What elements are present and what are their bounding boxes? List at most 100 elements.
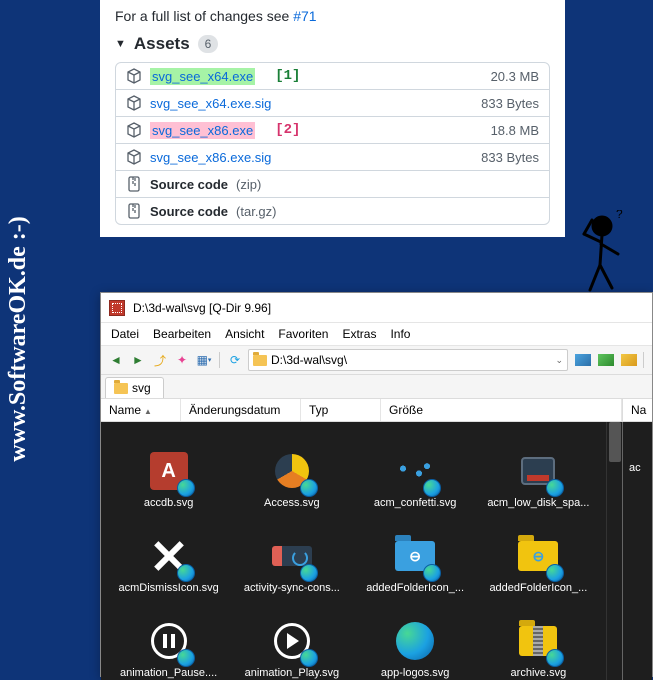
color-swatch-yellow[interactable] [621,354,637,366]
github-assets-panel: For a full list of changes see #71 ▼ Ass… [100,0,565,237]
file-thumbnail-icon [391,617,439,665]
file-item[interactable]: app-logos.svg [354,598,477,680]
file-label: accdb.svg [144,497,194,509]
file-item[interactable]: archive.svg [477,598,600,680]
view-mode-icon[interactable]: ▦▾ [195,351,213,369]
menu-ansicht[interactable]: Ansicht [225,327,264,341]
tab-bar: svg [101,375,652,399]
file-label: addedFolderIcon_... [489,582,587,594]
asset-size: 18.8 MB [491,123,539,138]
asset-size: 20.3 MB [491,69,539,84]
asset-row: svg_see_x64.exe [1] 20.3 MB [116,63,549,90]
col-size[interactable]: Größe [381,399,622,421]
file-item[interactable]: addedFolderIcon_... [477,513,600,598]
file-item[interactable]: animation_Pause.... [107,598,230,680]
window-title: D:\3d-wal\svg [Q-Dir 9.96] [133,301,271,315]
path-input[interactable] [271,353,551,367]
file-thumbnail-icon [391,447,439,495]
release-note: For a full list of changes see #71 [115,8,550,24]
asset-size: 833 Bytes [481,150,539,165]
asset-row: svg_see_x86.exe [2] 18.8 MB [116,117,549,144]
asset-link[interactable]: Source code [150,177,228,192]
asset-link[interactable]: Source code [150,204,228,219]
col-name-right[interactable]: Na [623,399,653,421]
issue-link[interactable]: #71 [293,8,316,24]
edge-overlay-icon [300,649,318,667]
asset-size: 833 Bytes [481,96,539,111]
file-label: acm_confetti.svg [374,497,457,509]
menu-bar: Datei Bearbeiten Ansicht Favoriten Extras Inf… [101,323,652,346]
asset-link[interactable]: svg_see_x64.exe [150,69,255,84]
menu-favoriten[interactable]: Favoriten [278,327,328,341]
favorites-icon[interactable]: ✦ [173,351,191,369]
file-label: addedFolderIcon_... [366,582,464,594]
address-bar[interactable]: ⌄ [248,349,568,371]
svg-text:?: ? [616,210,623,221]
separator [643,352,644,368]
assets-header[interactable]: ▼ Assets 6 [115,34,550,54]
refresh-icon[interactable]: ⟳ [226,351,244,369]
edge-overlay-icon [546,564,564,582]
file-item[interactable]: addedFolderIcon_... [354,513,477,598]
edge-overlay-icon [423,564,441,582]
app-icon [109,300,125,316]
edge-overlay-icon [546,479,564,497]
tab-svg[interactable]: svg [105,377,164,398]
file-thumbnail-icon [514,532,562,580]
file-label: animation_Pause.... [120,667,217,679]
col-name[interactable]: Name▲ [101,399,181,421]
annotation: [1] [275,68,300,84]
file-thumbnail-icon [145,617,193,665]
menu-bearbeiten[interactable]: Bearbeiten [153,327,211,341]
nav-up-icon[interactable]: ⤴ [151,351,169,369]
folder-icon [114,383,128,394]
note-prefix: For a full list of changes see [115,8,293,24]
edge-overlay-icon [300,564,318,582]
asset-row: Source code (zip) [116,171,549,198]
file-thumbnail-icon [145,532,193,580]
col-type[interactable]: Typ [301,399,381,421]
edge-overlay-icon [300,479,318,497]
asset-link[interactable]: svg_see_x86.exe.sig [150,150,271,165]
menu-datei[interactable]: Datei [111,327,139,341]
edge-overlay-icon [177,649,195,667]
asset-link[interactable]: svg_see_x86.exe [150,123,255,138]
asset-link[interactable]: svg_see_x64.exe.sig [150,96,271,111]
thinking-figure-icon: ? [570,210,630,300]
file-label: Access.svg [264,497,320,509]
edge-overlay-icon [177,564,195,582]
asset-row: svg_see_x64.exe.sig 833 Bytes [116,90,549,117]
file-item[interactable]: acmDismissIcon.svg [107,513,230,598]
file-item[interactable]: acm_confetti.svg [354,428,477,513]
file-grid[interactable]: accdb.svg Access.svg acm_confetti.svg acm_l… [101,422,606,680]
file-item[interactable]: accdb.svg [107,428,230,513]
annotation: [2] [275,122,300,138]
nav-back-icon[interactable]: ◄ [107,351,125,369]
col-date[interactable]: Änderungsdatum [181,399,301,421]
asset-row: Source code (tar.gz) [116,198,549,224]
color-swatch-green[interactable] [598,354,614,366]
file-thumbnail-icon [268,532,316,580]
watermark-text: www.SoftwareOK.de :-) [5,216,32,462]
file-item[interactable]: animation_Play.svg [230,598,353,680]
assets-count-badge: 6 [198,35,219,53]
scroll-thumb[interactable] [609,422,621,462]
file-item[interactable]: activity-sync-cons... [230,513,353,598]
file-thumbnail-icon [391,532,439,580]
file-thumbnail-icon [145,447,193,495]
file-item[interactable]: acm_low_disk_spa... [477,428,600,513]
dropdown-icon[interactable]: ⌄ [555,355,563,366]
scrollbar[interactable] [606,422,622,680]
menu-extras[interactable]: Extras [342,327,376,341]
color-swatch-blue[interactable] [575,354,591,366]
nav-forward-icon[interactable]: ► [129,351,147,369]
file-label: acm_low_disk_spa... [487,497,589,509]
file-manager-window: D:\3d-wal\svg [Q-Dir 9.96] Datei Bearbeit… [100,292,653,677]
titlebar[interactable]: D:\3d-wal\svg [Q-Dir 9.96] [101,293,652,323]
file-label: acmDismissIcon.svg [119,582,219,594]
separator [219,352,220,368]
right-pane-body: ac [623,422,652,658]
menu-info[interactable]: Info [390,327,410,341]
column-headers: Name▲ Änderungsdatum Typ Größe [101,399,622,422]
file-item[interactable]: Access.svg [230,428,353,513]
